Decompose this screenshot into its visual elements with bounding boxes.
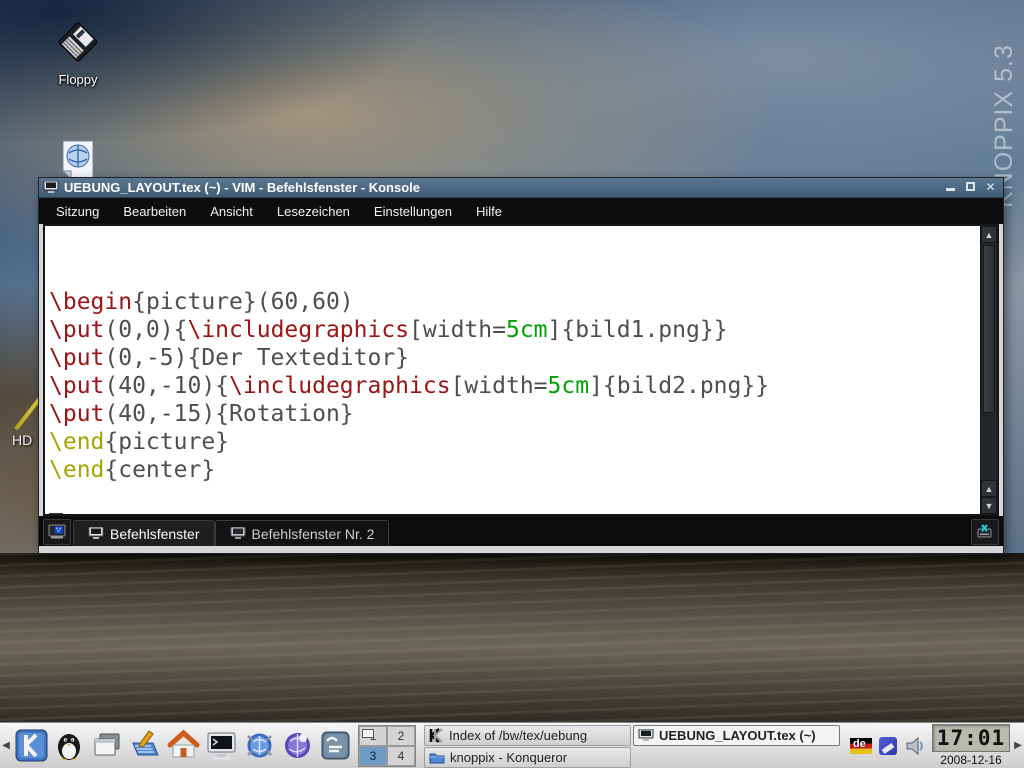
terminal-line: \begin{picture}(60,60) <box>49 288 980 316</box>
openoffice-icon <box>319 729 352 762</box>
terminal-line: \put(0,-5){Der Texteditor} <box>49 344 980 372</box>
konsole-task-icon <box>638 729 654 742</box>
panel-hide-arrow-right[interactable]: ▶ <box>1012 724 1024 768</box>
vertical-scrollbar[interactable]: ▲ ▲ ▼ <box>980 226 997 514</box>
scrollbar-track[interactable] <box>981 415 997 480</box>
menu-hilfe[interactable]: Hilfe <box>465 201 513 222</box>
tab-monitor-icon <box>230 527 246 540</box>
pager-desktop-2[interactable]: 2 <box>387 726 415 746</box>
terminal-line: Etwas Text... <box>49 512 980 514</box>
task-label: knoppix - Konqueror <box>450 750 567 765</box>
konsole-window: UEBUNG_LAYOUT.tex (~) - VIM - Befehlsfen… <box>38 177 1004 554</box>
scroll-up-button-2[interactable]: ▲ <box>981 480 997 497</box>
task-uebung-layout[interactable]: UEBUNG_LAYOUT.tex (~) <box>633 725 840 746</box>
volume-speaker-icon[interactable] <box>904 736 926 756</box>
clock-date: 2008-12-16 <box>932 753 1010 767</box>
html-file-icon <box>59 140 97 180</box>
iceweasel-globe-icon <box>281 729 314 762</box>
keyboard-layout-indicator[interactable]: de <box>850 738 872 754</box>
konqueror-globe-gear-icon <box>243 729 276 762</box>
konsole-launcher-button[interactable] <box>202 726 240 766</box>
tux-penguin-icon <box>53 729 86 762</box>
terminal-monitor-icon <box>205 729 238 762</box>
close-session-button[interactable] <box>971 519 999 545</box>
pager-desktop-3[interactable]: 3 <box>359 746 387 766</box>
session-tab-bar: Befehlsfenster Befehlsfenster Nr. 2 <box>39 516 1003 546</box>
klipper-icon[interactable] <box>879 737 897 755</box>
konsole-window-icon <box>43 181 59 194</box>
pager-desktop-1[interactable]: 1 <box>359 726 387 746</box>
clock-time: 17:01 <box>932 724 1010 752</box>
terminal-line <box>49 484 980 512</box>
menu-bar: Sitzung Bearbeiten Ansicht Lesezeichen E… <box>39 198 1003 224</box>
task-konqueror-index[interactable]: Index of /bw/tex/uebung <box>424 725 631 746</box>
tab-monitor-icon <box>88 527 104 540</box>
close-session-icon <box>976 524 994 540</box>
window-task-list: Index of /bw/tex/uebung UEBUNG_LAYOUT.te… <box>420 724 844 768</box>
terminal-line: \put(40,-10){\includegraphics[width=5cm]… <box>49 372 980 400</box>
new-session-icon <box>48 524 66 540</box>
menu-einstellungen[interactable]: Einstellungen <box>363 201 463 222</box>
panel-clock[interactable]: 17:01 2008-12-16 <box>932 724 1010 767</box>
pager-desktop-4[interactable]: 4 <box>387 746 415 766</box>
web-browser-launcher-button[interactable] <box>278 726 316 766</box>
new-session-button[interactable] <box>43 519 71 545</box>
scrollbar-thumb[interactable] <box>983 245 995 413</box>
pager-label: 4 <box>398 749 405 763</box>
desktop-icon-hd-label-fragment: HD <box>12 432 32 448</box>
terminal-line: \put(40,-15){Rotation} <box>49 400 980 428</box>
system-tray: de <box>844 736 932 756</box>
close-button[interactable]: ✕ <box>982 180 999 195</box>
menu-bearbeiten[interactable]: Bearbeiten <box>112 201 197 222</box>
notepad-pencil-icon <box>129 729 162 762</box>
terminal-lines: \begin{picture}(60,60)\put(0,0){\include… <box>49 288 980 514</box>
konqueror-launcher-button[interactable] <box>240 726 278 766</box>
terminal-line: \put(0,0){\includegraphics[width=5cm]{bi… <box>49 316 980 344</box>
scroll-down-button[interactable]: ▼ <box>981 497 997 514</box>
menu-sitzung[interactable]: Sitzung <box>45 201 110 222</box>
terminal-content[interactable]: \begin{picture}(60,60)\put(0,0){\include… <box>45 226 980 514</box>
task-label: Index of /bw/tex/uebung <box>449 728 587 743</box>
window-title: UEBUNG_LAYOUT.tex (~) - VIM - Befehlsfen… <box>64 180 939 195</box>
home-icon <box>167 729 200 762</box>
editor-launcher-button[interactable] <box>126 726 164 766</box>
desktop-wallpaper-sea <box>0 553 1024 722</box>
konqueror-k-icon <box>429 728 444 743</box>
desktop-icon-floppy[interactable]: Floppy <box>38 20 118 87</box>
show-desktop-button[interactable] <box>88 726 126 766</box>
terminal-line: \end{center} <box>49 456 980 484</box>
home-folder-button[interactable] <box>164 726 202 766</box>
pager-label: 2 <box>398 729 405 743</box>
terminal-viewport: \begin{picture}(60,60)\put(0,0){\include… <box>43 224 999 516</box>
task-knoppix-konqueror[interactable]: knoppix - Konqueror <box>424 747 631 768</box>
tab-label: Befehlsfenster Nr. 2 <box>252 526 375 542</box>
kmenu-k-icon <box>15 729 48 762</box>
windows-icon <box>91 729 124 762</box>
pager-window-thumb <box>362 729 374 738</box>
floppy-disk-icon <box>56 20 100 64</box>
task-label: UEBUNG_LAYOUT.tex (~) <box>659 728 816 743</box>
scroll-up-button[interactable]: ▲ <box>981 226 997 243</box>
keyboard-layout-label: de <box>853 738 866 750</box>
folder-icon <box>429 751 445 764</box>
menu-lesezeichen[interactable]: Lesezeichen <box>266 201 361 222</box>
tab-label: Befehlsfenster <box>110 526 200 542</box>
maximize-button[interactable] <box>962 180 979 195</box>
desktop-pager: 1 2 3 4 <box>358 725 416 767</box>
minimize-button[interactable] <box>942 180 959 195</box>
desktop-icon-label: Floppy <box>38 72 118 87</box>
openoffice-launcher-button[interactable] <box>316 726 354 766</box>
knoppix-penguin-button[interactable] <box>50 726 88 766</box>
window-titlebar[interactable]: UEBUNG_LAYOUT.tex (~) - VIM - Befehlsfen… <box>39 178 1003 198</box>
desktop: KNOPPIX 5.3 Floppy HD <box>0 0 1024 768</box>
kmenu-button[interactable] <box>12 726 50 766</box>
pager-label: 3 <box>370 749 377 763</box>
panel-hide-arrow-left[interactable]: ◀ <box>0 724 12 768</box>
tab-befehlsfenster-nr-2[interactable]: Befehlsfenster Nr. 2 <box>215 520 390 546</box>
kde-panel: ◀ <box>0 722 1024 768</box>
menu-ansicht[interactable]: Ansicht <box>199 201 264 222</box>
tab-befehlsfenster[interactable]: Befehlsfenster <box>73 520 215 546</box>
terminal-line: \end{picture} <box>49 428 980 456</box>
